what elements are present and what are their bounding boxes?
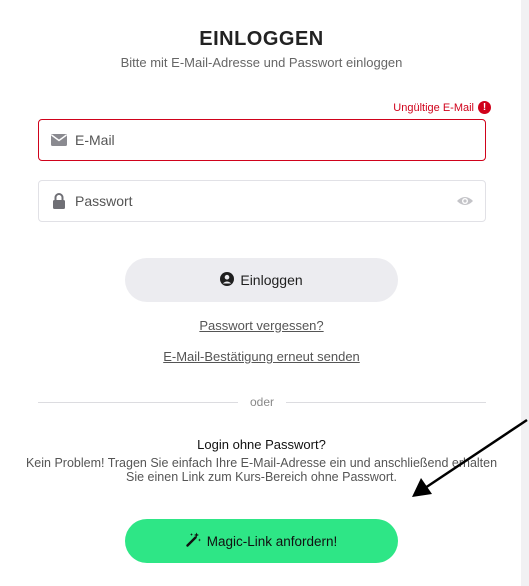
password-input[interactable] (75, 193, 455, 209)
resend-confirmation-link[interactable]: E-Mail-Bestätigung erneut senden (163, 349, 360, 364)
divider-label: oder (249, 395, 275, 409)
login-button[interactable]: Einloggen (125, 258, 398, 302)
email-field[interactable] (38, 119, 486, 161)
page-subtitle: Bitte mit E-Mail-Adresse und Passwort ei… (120, 55, 403, 70)
login-page: EINLOGGEN Bitte mit E-Mail-Adresse und P… (0, 0, 529, 586)
user-circle-icon (220, 271, 235, 289)
passwordless-description: Kein Problem! Tragen Sie einfach Ihre E-… (25, 456, 498, 484)
divider-line-left (38, 401, 238, 403)
password-field[interactable] (38, 180, 486, 222)
lock-icon (49, 191, 69, 211)
page-title: EINLOGGEN (199, 28, 324, 50)
resend-confirmation-row: E-Mail-Bestätigung erneut senden (0, 349, 523, 364)
forgot-password-link[interactable]: Passwort vergessen? (199, 318, 323, 333)
email-error-message: Ungültige E-Mail ! (393, 101, 491, 114)
login-button-label: Einloggen (240, 272, 303, 288)
email-error-text: Ungültige E-Mail (393, 101, 474, 114)
or-divider: oder (38, 395, 486, 409)
envelope-icon (49, 130, 69, 150)
passwordless-title: Login ohne Passwort? (197, 437, 326, 452)
exclamation-circle-icon: ! (478, 101, 491, 114)
magic-link-button-label: Magic-Link anfordern! (206, 533, 338, 549)
forgot-password-row: Passwort vergessen? (0, 318, 523, 333)
magic-wand-icon (186, 532, 201, 550)
scrollbar-track[interactable] (521, 0, 529, 586)
eye-icon[interactable] (455, 191, 475, 211)
divider-line-right (286, 401, 486, 403)
magic-link-button[interactable]: Magic-Link anfordern! (125, 519, 398, 563)
email-input[interactable] (75, 132, 485, 148)
